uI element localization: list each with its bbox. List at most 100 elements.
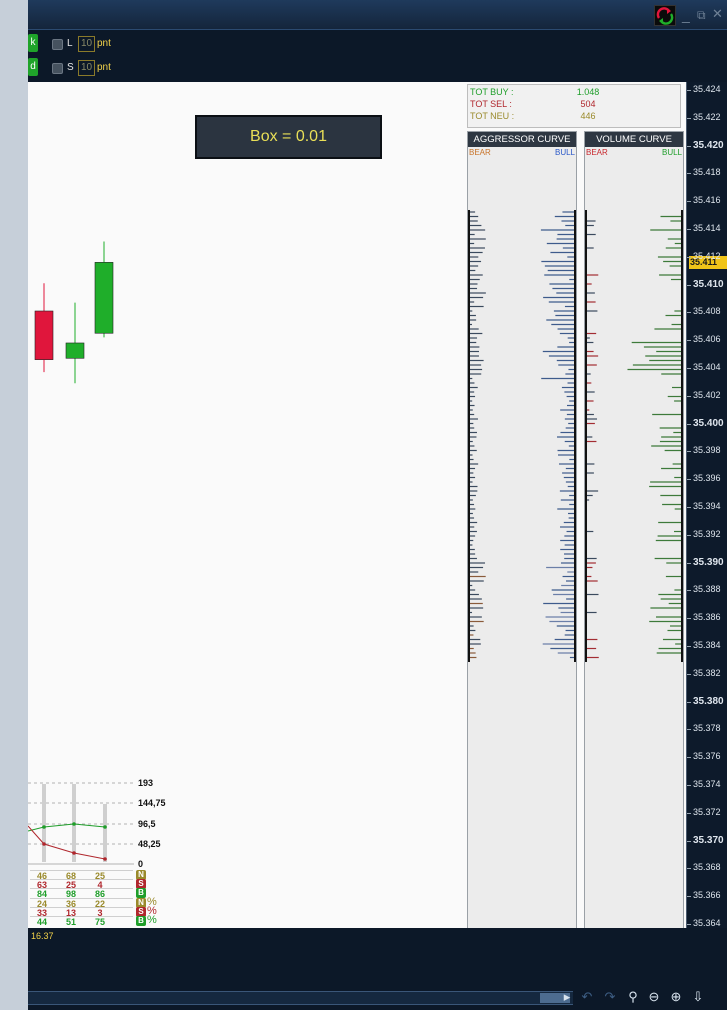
short-value-input[interactable]: 10	[78, 60, 96, 76]
price-axis-label: 35.400	[693, 417, 724, 429]
status-value: 16.37	[31, 931, 54, 941]
candle	[94, 241, 114, 338]
total-buy-value: 1.048	[576, 87, 600, 97]
close-icon[interactable]: ✕	[712, 7, 724, 21]
long-checkbox[interactable]	[52, 39, 63, 50]
price-axis-tick	[687, 173, 691, 175]
horizontal-scrollbar[interactable]	[28, 991, 573, 1005]
price-axis-tick	[687, 840, 691, 842]
candle-body	[94, 262, 114, 334]
stats-scale-label: 144,75	[138, 798, 166, 808]
candle	[34, 283, 54, 373]
stats-panel: 193 144,75 96,5 48,25 0 46 68 25 N 63 25 4 S 84 98 86 B…	[28, 778, 168, 927]
short-checkbox[interactable]	[52, 63, 63, 74]
price-axis-label: 35.380	[693, 695, 724, 707]
price-axis-label: 35.418	[693, 167, 721, 178]
price-axis-label: 35.416	[693, 195, 721, 206]
price-axis-label: 35.414	[693, 223, 721, 233]
stats-mini-chart	[28, 782, 134, 865]
price-axis-label: 35.374	[693, 779, 721, 789]
price-axis-tick	[687, 701, 691, 703]
price-axis-tick	[687, 423, 691, 425]
left-background	[0, 0, 28, 1010]
long-label: L	[67, 38, 73, 49]
candle-body	[34, 310, 54, 360]
price-axis-tick	[687, 284, 691, 286]
total-neu-row: TOT NEU : 446	[470, 111, 680, 122]
price-axis-tick	[687, 340, 691, 342]
price-axis-tick	[687, 229, 691, 230]
price-axis-label: 35.364	[693, 918, 721, 928]
stats-row-badge: B	[136, 888, 146, 899]
stats-cell: 44	[36, 917, 47, 927]
totals-panel: TOT BUY : 1.048 TOT SEL : 504 TOT NEU : …	[467, 84, 681, 128]
total-buy-label: TOT BUY :	[470, 87, 514, 97]
status-bar: 16.37 ▸ ↶ ↷ ⚲ ⊖ ⊕ ⇩	[28, 928, 727, 1010]
short-label: S	[67, 62, 74, 73]
minimize-icon[interactable]: _	[682, 8, 694, 22]
price-axis-label: 35.366	[693, 890, 721, 901]
price-axis-label: 35.410	[693, 278, 724, 290]
toolbar: k d L 10 pnt S 10 pnt	[28, 30, 727, 82]
price-axis-tick	[687, 479, 691, 481]
stats-cell: 51	[65, 917, 76, 927]
price-axis-tick	[687, 924, 691, 925]
volume-curve-bars	[585, 210, 683, 662]
price-axis-tick	[687, 312, 691, 314]
price-axis-tick	[687, 618, 691, 620]
price-axis-tick	[687, 757, 691, 759]
redo-icon[interactable]: ↷	[602, 989, 618, 1005]
price-axis-label: 35.398	[693, 445, 721, 456]
stats-row: 44 51 75	[30, 916, 133, 927]
price-axis-tick	[687, 646, 691, 647]
long-value-input[interactable]: 10	[78, 36, 96, 52]
price-axis-tick	[687, 507, 691, 508]
price-axis-label: 35.376	[693, 751, 721, 762]
price-axis-label: 35.420	[693, 139, 724, 151]
stats-scale-label: 48,25	[138, 839, 161, 849]
price-axis-tick	[687, 145, 691, 147]
total-neu-value: 446	[580, 111, 596, 121]
price-axis-tick	[687, 868, 691, 870]
price-axis-tick	[687, 562, 691, 564]
download-icon[interactable]: ⇩	[690, 989, 706, 1005]
price-axis-label: 35.392	[693, 528, 721, 539]
total-sel-row: TOT SEL : 504	[470, 99, 680, 110]
undo-icon[interactable]: ↶	[579, 989, 595, 1005]
scroll-right-icon[interactable]: ▸	[559, 989, 575, 1005]
zoom-fit-icon[interactable]: ⚲	[625, 989, 641, 1005]
restore-icon[interactable]: ⧉	[697, 8, 709, 22]
price-axis-tick	[687, 90, 691, 91]
aggressor-curve-bars	[468, 210, 576, 662]
total-neu-label: TOT NEU :	[470, 111, 515, 121]
total-buy-row: TOT BUY : 1.048	[470, 87, 680, 98]
price-axis-tick	[687, 673, 691, 675]
short-unit-label: pnt	[97, 62, 111, 73]
candle	[65, 302, 85, 384]
price-axis-label: 35.406	[693, 334, 721, 345]
refresh-icon[interactable]	[654, 5, 676, 26]
stats-row-badge: B	[136, 916, 146, 926]
price-axis-label: 35.390	[693, 556, 724, 568]
zoom-in-icon[interactable]: ⊕	[668, 989, 684, 1005]
price-axis-tick	[687, 395, 691, 397]
price-axis-label: 35.422	[693, 111, 721, 122]
price-axis-tick	[687, 256, 691, 258]
price-axis[interactable]: 35.411 35.424 35.422 35.420 35.418 35.416 35.…	[686, 82, 727, 928]
price-axis-tick	[687, 896, 691, 898]
zoom-out-icon[interactable]: ⊖	[646, 989, 662, 1005]
price-axis-label: 35.372	[693, 806, 721, 817]
price-axis-tick	[687, 117, 691, 119]
price-axis-tick	[687, 451, 691, 453]
price-axis-label: 35.382	[693, 667, 721, 678]
price-axis-tick	[687, 534, 691, 536]
price-axis-label: 35.404	[693, 362, 721, 372]
stats-scale-label: 96,5	[138, 819, 156, 829]
aggressor-curve-panel: AGGRESSOR CURVE BEAR BULL	[467, 131, 577, 930]
mode-button-top[interactable]: k	[28, 34, 38, 52]
stats-scale-label: 0	[138, 859, 144, 869]
box-size-label: Box = 0.01	[195, 115, 382, 159]
mode-button-bottom[interactable]: d	[28, 58, 38, 76]
price-axis-tick	[687, 812, 691, 814]
price-axis-label: 35.368	[693, 862, 721, 873]
